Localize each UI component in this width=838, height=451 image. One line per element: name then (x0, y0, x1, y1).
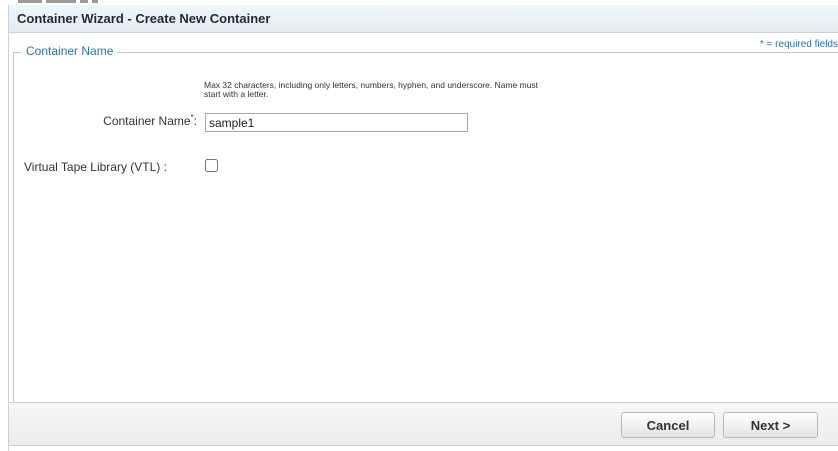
cancel-button[interactable]: Cancel (621, 412, 715, 438)
vtl-checkbox[interactable] (205, 159, 218, 172)
dialog-title: Container Wizard - Create New Container (17, 11, 271, 26)
container-name-fieldset: Container Name Max 32 characters, includ… (13, 44, 838, 402)
container-name-hint: Max 32 characters, including only letter… (204, 80, 539, 99)
required-fields-note: * = required fields (759, 39, 838, 50)
background-page-fragment (18, 0, 158, 4)
vtl-label: Virtual Tape Library (VTL) : (24, 160, 167, 174)
container-name-label-text: Container Name (103, 114, 191, 128)
container-name-input[interactable] (205, 113, 468, 132)
next-button[interactable]: Next > (723, 412, 818, 438)
container-name-label: Container Name*: (14, 114, 197, 129)
container-wizard-dialog: Container Wizard - Create New Container … (8, 5, 838, 451)
container-name-label-colon: : (193, 114, 197, 128)
page: Container Wizard - Create New Container … (0, 0, 838, 451)
fieldset-legend: Container Name (22, 44, 118, 58)
dialog-titlebar: Container Wizard - Create New Container (9, 5, 838, 33)
dialog-footer: Cancel Next > (9, 402, 838, 446)
